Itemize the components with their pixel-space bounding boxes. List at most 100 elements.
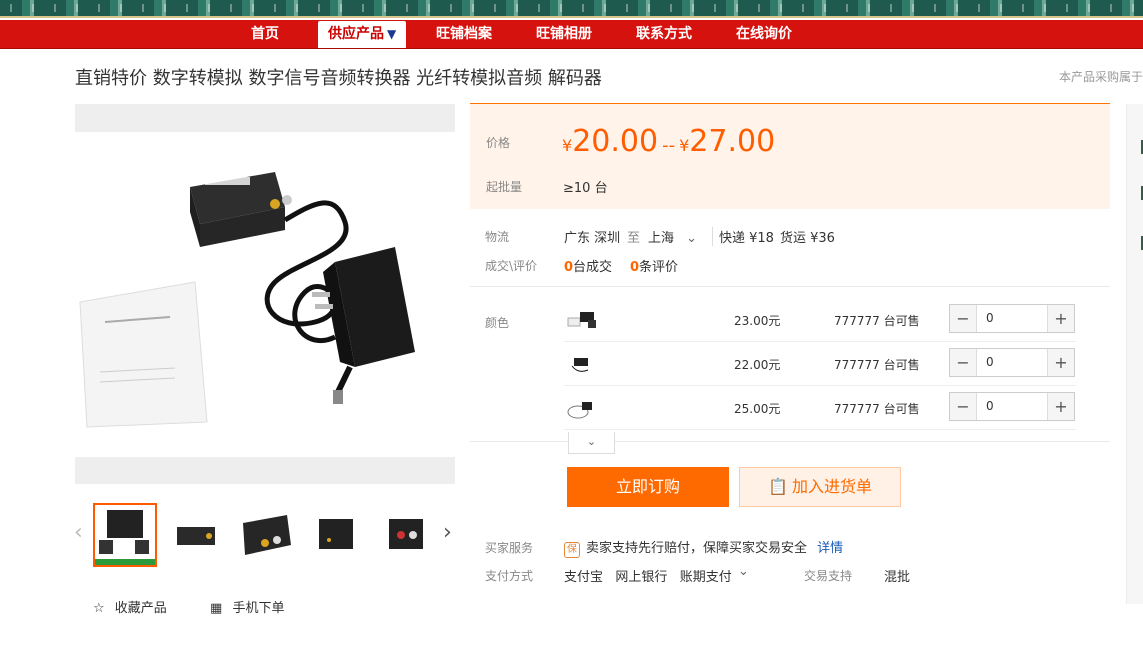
chevron-down-icon: ⌄: [586, 435, 597, 448]
destination-value: 上海: [648, 231, 675, 246]
plus-button[interactable]: +: [1047, 393, 1074, 420]
quantity-input[interactable]: 0: [986, 311, 994, 325]
favorite-button[interactable]: ☆ 收藏产品: [93, 597, 167, 616]
thumbnail-image: [243, 515, 291, 555]
service-detail-link[interactable]: 详情: [817, 541, 843, 556]
thumbnail-5[interactable]: [375, 505, 435, 565]
moq-value: ≥10 台: [563, 181, 608, 196]
chevron-down-icon[interactable]: ⌄: [738, 564, 749, 579]
divider: [470, 441, 1110, 442]
minus-button[interactable]: −: [950, 393, 977, 420]
main-product-image[interactable]: [75, 104, 455, 484]
service-text: 卖家支持先行赔付，保障买家交易安全: [586, 541, 808, 556]
chevron-right-icon[interactable]: ›: [443, 520, 452, 545]
quantity-input[interactable]: 0: [986, 355, 994, 369]
price-range: ¥20.00 -- ¥27.00: [562, 124, 775, 159]
currency-symbol: ¥: [679, 136, 690, 155]
favorite-label: 收藏产品: [114, 601, 167, 616]
chevron-left-icon[interactable]: ‹: [74, 520, 83, 545]
nav-contact[interactable]: 联系方式: [636, 20, 692, 49]
review-number: 0: [630, 260, 640, 275]
nav-home[interactable]: 首页: [251, 20, 279, 49]
converter-photo: [79, 172, 415, 428]
plus-button[interactable]: +: [1047, 305, 1074, 332]
color-label: 颜色: [485, 316, 510, 330]
thumbnail-3[interactable]: [235, 505, 295, 565]
thumbnail-2[interactable]: [165, 505, 225, 565]
sku-price: 22.00元: [734, 358, 781, 372]
deals-label: 成交\评价: [485, 259, 538, 273]
sku-stock: 777777 台可售: [834, 314, 920, 328]
shop-nav: 首页 供应产品 ▼ 旺铺档案 旺铺相册 联系方式 在线询价: [0, 20, 1143, 49]
payment-methods: 支付宝 网上银行 账期支付: [564, 570, 732, 585]
decorative-banner: [0, 0, 1143, 18]
thumbnail-image: [177, 527, 215, 545]
quantity-input[interactable]: 0: [986, 399, 994, 413]
add-to-cart-label: 加入进货单: [791, 477, 872, 496]
to-word: 至: [627, 231, 641, 246]
star-icon: ☆: [93, 601, 105, 616]
nav-profile[interactable]: 旺铺档案: [436, 20, 492, 49]
side-note: 本产品采购属于: [1059, 70, 1143, 84]
trade-support-label: 交易支持: [804, 569, 853, 583]
sku-row: 22.00元 777777 台可售 − 0 +: [564, 342, 1076, 386]
sku-stock: 777777 台可售: [834, 358, 920, 372]
deal-number: 0: [564, 260, 574, 275]
thumbnail-image: [319, 519, 353, 549]
quantity-stepper: − 0 +: [949, 392, 1075, 421]
clipboard-icon: 📋: [768, 477, 788, 496]
price-separator: --: [662, 135, 676, 156]
buy-now-button[interactable]: 立即订购: [567, 467, 729, 507]
mobile-order-button[interactable]: ▦ 手机下单: [210, 597, 284, 616]
nav-inquiry[interactable]: 在线询价: [736, 20, 792, 49]
logistics-label: 物流: [485, 230, 510, 244]
price-low: 20.00: [572, 124, 659, 159]
sku-image: [567, 312, 596, 328]
minus-button[interactable]: −: [950, 349, 977, 376]
thumbnail-image: [389, 519, 423, 549]
qrcode-icon: ▦: [210, 601, 223, 616]
sku-price: 23.00元: [734, 314, 781, 328]
deal-suffix: 台成交: [573, 260, 613, 275]
chevron-down-icon: ⌄: [686, 231, 698, 246]
destination-select[interactable]: 上海 ⌄: [648, 227, 697, 246]
minus-button[interactable]: −: [950, 305, 977, 332]
divider: [470, 286, 1110, 287]
freight-fee: 货运 ¥36: [780, 231, 835, 246]
sku-row: 25.00元 777777 台可售 − 0 +: [564, 386, 1076, 430]
sku-price: 25.00元: [734, 402, 781, 416]
quantity-stepper: − 0 +: [949, 304, 1075, 333]
deal-count: 0台成交: [564, 256, 612, 275]
service-info: 保卖家支持先行赔付，保障买家交易安全 详情: [564, 537, 843, 558]
express-fee: 快递 ¥18: [712, 227, 774, 246]
thumbnail-1[interactable]: [93, 503, 157, 567]
trade-support-value: 混批: [884, 570, 911, 585]
right-sidebar-edge: [1126, 104, 1143, 604]
payment-label: 支付方式: [485, 569, 534, 583]
origin: 广东 深圳: [564, 231, 621, 246]
currency-symbol: ¥: [562, 136, 573, 155]
mobile-order-label: 手机下单: [232, 601, 285, 616]
plus-button[interactable]: +: [1047, 349, 1074, 376]
price-label: 价格: [486, 136, 511, 150]
thumbnail-4[interactable]: [305, 505, 365, 565]
nav-products-label: 供应产品: [328, 26, 384, 42]
expand-sku-button[interactable]: ⌄: [568, 432, 615, 454]
guarantee-icon: 保: [564, 542, 580, 558]
product-title: 直销特价 数字转模拟 数字信号音频转换器 光纤转模拟音频 解码器: [75, 68, 602, 89]
service-label: 买家服务: [485, 541, 534, 555]
thumbnail-image: [95, 510, 155, 565]
sku-row: 23.00元 777777 台可售 − 0 +: [564, 298, 1076, 342]
caret-down-icon: ▼: [387, 27, 397, 41]
review-count[interactable]: 0条评价: [630, 256, 678, 275]
nav-products[interactable]: 供应产品 ▼: [318, 21, 407, 48]
sku-image: [571, 358, 589, 372]
price-high: 27.00: [689, 124, 776, 159]
add-to-cart-button[interactable]: 📋 加入进货单: [739, 467, 901, 507]
moq-label: 起批量: [486, 180, 523, 194]
quantity-stepper: − 0 +: [949, 348, 1075, 377]
review-suffix: 条评价: [639, 260, 679, 275]
nav-album[interactable]: 旺铺相册: [536, 20, 592, 49]
price-panel: 价格 ¥20.00 -- ¥27.00 起批量 ≥10 台: [470, 103, 1110, 209]
sku-stock: 777777 台可售: [834, 402, 920, 416]
